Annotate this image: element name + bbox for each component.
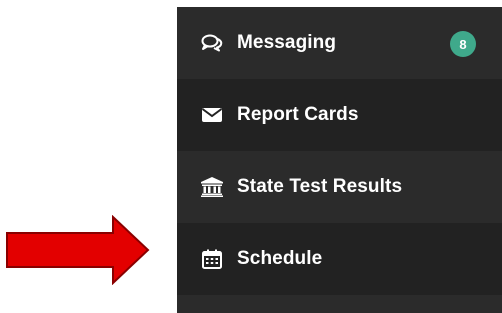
sidebar-item-partial[interactable] [177,295,502,313]
sidebar-item-report-cards[interactable]: Report Cards [177,79,502,151]
unread-count-badge: 8 [450,31,476,57]
sidebar-item-label: Schedule [237,248,323,269]
sidebar-item-label: Report Cards [237,104,359,125]
sidebar-item-label: Messaging [237,32,337,53]
red-arrow-pointer [6,215,150,285]
institution-icon [201,177,223,197]
sidebar-item-label: State Test Results [237,176,403,197]
chat-bubbles-icon [201,33,223,53]
sidebar-item-state-test-results[interactable]: State Test Results [177,151,502,223]
screenshot-stage: Messaging 8 Report Cards State Test Resu… [0,0,502,313]
sidebar-item-messaging[interactable]: Messaging 8 [177,7,502,79]
sidebar-item-schedule[interactable]: Schedule [177,223,502,295]
envelope-icon [201,105,223,125]
sidebar-menu: Messaging 8 Report Cards State Test Resu… [177,7,502,313]
calendar-icon [201,249,223,269]
